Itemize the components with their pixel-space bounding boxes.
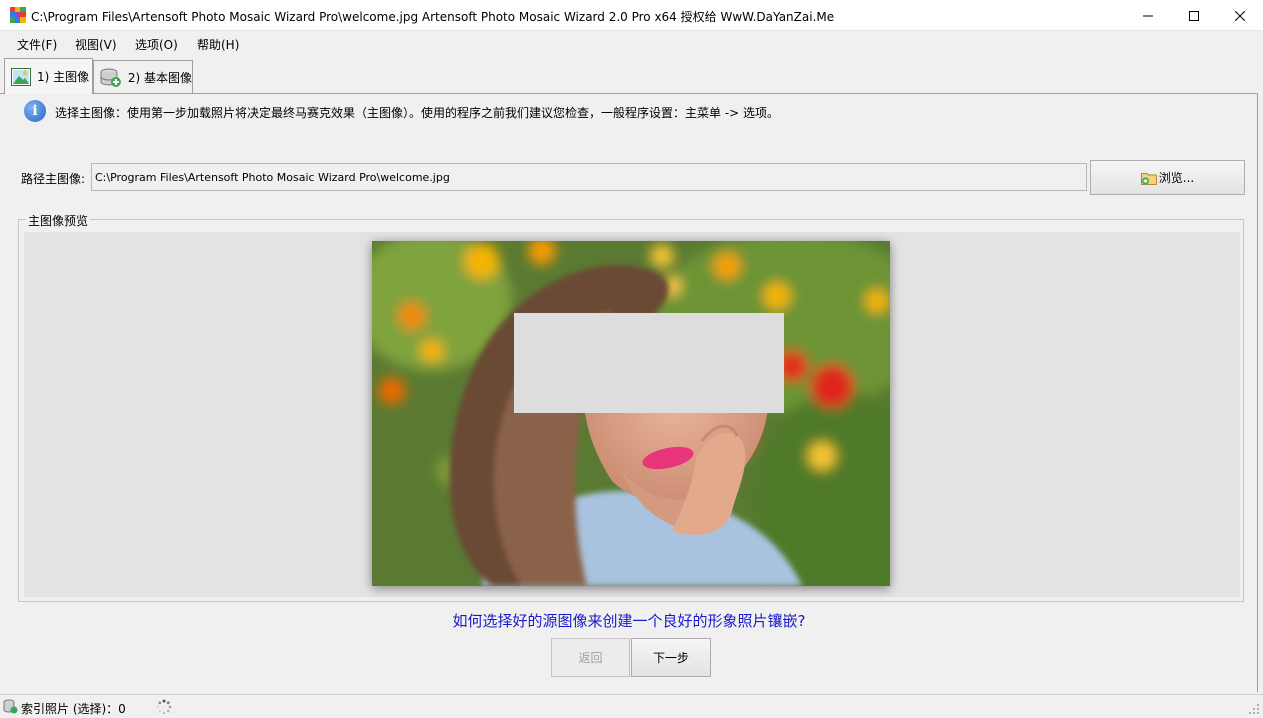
resize-grip-icon[interactable]: [1248, 703, 1260, 715]
next-button-label: 下一步: [652, 651, 689, 665]
status-bar: 索引照片 (选择)：0: [0, 694, 1263, 718]
maximize-button[interactable]: [1171, 0, 1217, 31]
help-link[interactable]: 如何选择好的源图像来创建一个良好的形象照片镶嵌?: [0, 610, 1258, 631]
redaction-box: [514, 313, 784, 413]
status-text: 索引照片 (选择)：0: [21, 702, 126, 716]
info-icon: i: [24, 100, 46, 122]
tab-main-image[interactable]: 1) 主图像: [4, 58, 93, 94]
main-image-path-field[interactable]: [91, 163, 1087, 191]
path-label: 路径主图像:: [21, 172, 86, 186]
next-button[interactable]: 下一步: [631, 638, 711, 677]
close-button[interactable]: [1217, 0, 1263, 31]
menu-options[interactable]: 选项(O): [135, 36, 178, 53]
minimize-button[interactable]: [1125, 0, 1171, 31]
title-bar: C:\Program Files\Artensoft Photo Mosaic …: [0, 0, 1263, 31]
menu-bar: 文件(F) 视图(V) 选项(O) 帮助(H): [0, 31, 1263, 56]
info-text: 选择主图像：使用第一步加载照片将决定最终马赛克效果（主图像）。使用的程序之前我们…: [55, 106, 780, 120]
browse-button[interactable]: 浏览...: [1090, 160, 1245, 195]
minimize-icon: [1143, 15, 1153, 16]
back-button-label: 返回: [578, 651, 603, 665]
folder-add-icon: [1140, 172, 1157, 185]
tab-base-image[interactable]: 2) 基本图像: [93, 60, 193, 94]
menu-help[interactable]: 帮助(H): [197, 36, 239, 53]
back-button[interactable]: 返回: [551, 638, 630, 677]
tab-strip: 1) 主图像 2) 基本图像: [0, 56, 1263, 94]
mosaic-app-icon: [10, 7, 26, 23]
tab-base-image-label: 2) 基本图像: [127, 71, 192, 85]
database-status-icon: [3, 699, 18, 714]
loading-spinner-icon: [157, 699, 172, 715]
tab-main-image-label: 1) 主图像: [37, 70, 90, 84]
menu-file[interactable]: 文件(F): [17, 36, 57, 53]
image-icon: [11, 67, 31, 86]
maximize-icon: [1189, 10, 1199, 21]
database-add-icon: [100, 68, 121, 87]
main-image-preview: [372, 241, 890, 586]
window-title: C:\Program Files\Artensoft Photo Mosaic …: [31, 10, 835, 24]
menu-view[interactable]: 视图(V): [75, 36, 117, 53]
close-icon: [1235, 10, 1245, 21]
browse-button-label: 浏览...: [1158, 171, 1195, 185]
preview-legend: 主图像预览: [26, 212, 91, 229]
